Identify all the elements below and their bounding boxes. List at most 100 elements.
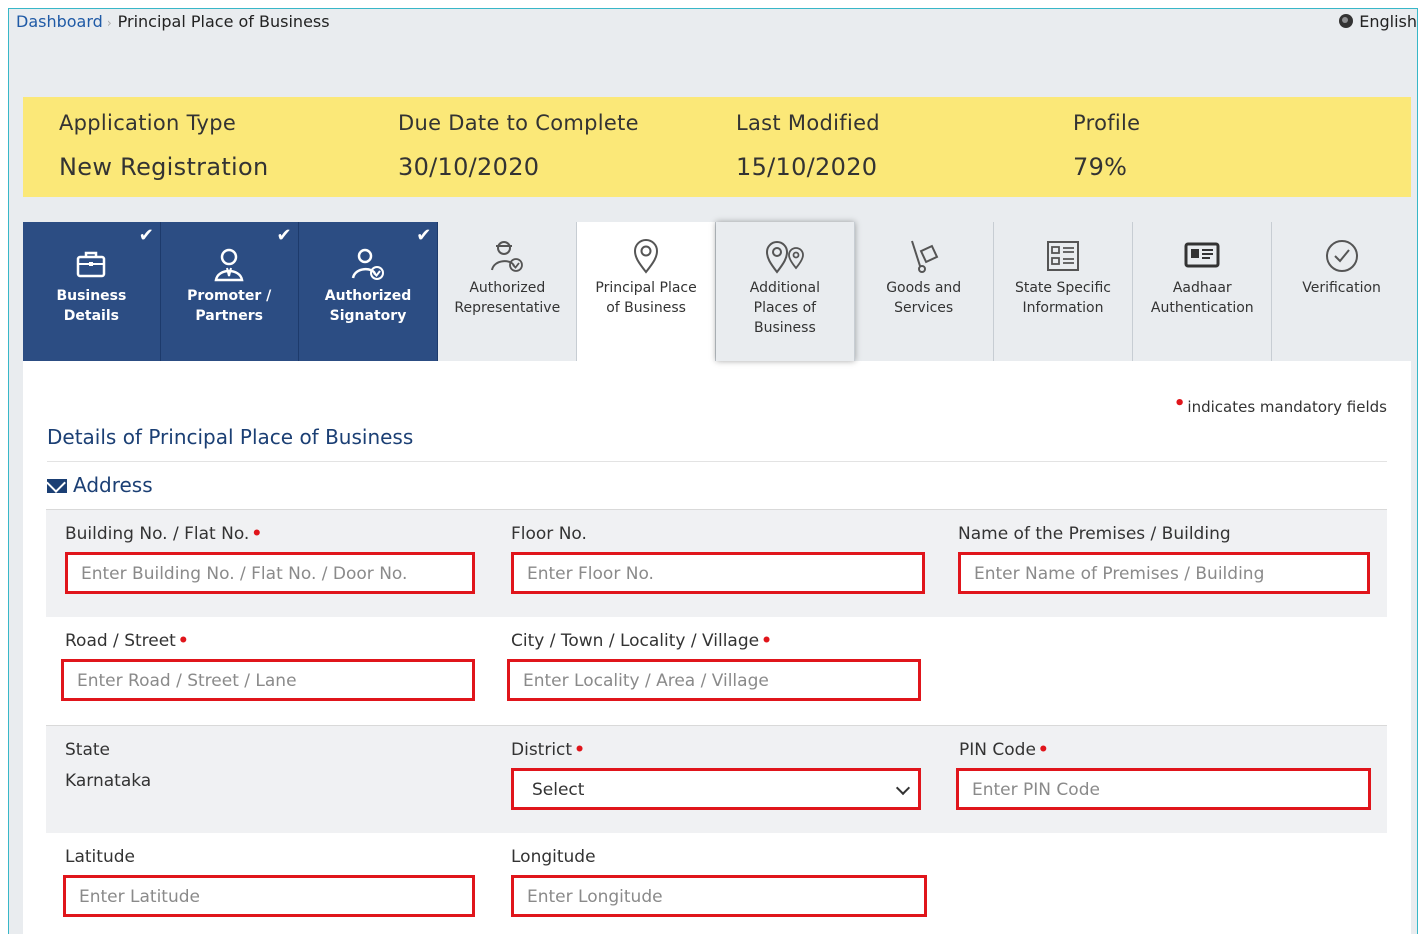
location-pin-icon xyxy=(634,239,659,274)
field-label-text: Building No. / Flat No. xyxy=(65,524,250,544)
id-card-icon xyxy=(1184,242,1220,268)
field-label: State xyxy=(65,740,110,760)
registration-tabs: ✔ Business Details ✔ Promoter / Partners… xyxy=(23,222,1411,361)
form-row: Latitude Enter Latitude Longitude Enter … xyxy=(46,833,1387,934)
field-label: Name of the Premises / Building xyxy=(958,524,1231,544)
tab-label-line: Services xyxy=(894,300,954,316)
premises-name-field: Name of the Premises / Building Enter Na… xyxy=(958,524,1370,594)
check-circle-icon xyxy=(1325,240,1358,272)
language-selector[interactable]: English xyxy=(1339,12,1417,31)
signatory-icon xyxy=(351,248,384,280)
tab-verification[interactable]: Verification xyxy=(1272,222,1411,361)
building-no-input[interactable]: Enter Building No. / Flat No. / Door No. xyxy=(65,552,475,594)
field-label: Longitude xyxy=(511,847,596,867)
multi-location-icon xyxy=(765,241,804,274)
person-icon xyxy=(214,248,244,282)
tab-label-line: Representative xyxy=(454,300,561,316)
pin-code-input[interactable]: Enter PIN Code xyxy=(956,768,1371,810)
info-value: 30/10/2020 xyxy=(398,153,540,181)
form-icon xyxy=(1046,241,1079,271)
form-row: Building No. / Flat No. • Enter Building … xyxy=(46,509,1387,617)
tab-label-line: Signatory xyxy=(329,308,407,324)
required-marker: • xyxy=(761,631,772,651)
tab-authorized-representative[interactable]: Authorized Representative xyxy=(438,222,578,361)
tab-label-line: Information xyxy=(1022,300,1104,316)
road-street-field: Road / Street • Enter Road / Street / Lan… xyxy=(61,631,475,701)
breadcrumb-current: Principal Place of Business xyxy=(117,12,330,31)
breadcrumb-separator: › xyxy=(106,16,112,30)
field-label: City / Town / Locality / Village • xyxy=(507,631,921,653)
tab-label-line: of Business xyxy=(606,300,686,316)
tab-label-line: Authorized xyxy=(469,280,546,296)
required-dot-icon: • xyxy=(1173,393,1186,414)
tab-business-details[interactable]: ✔ Business Details xyxy=(23,222,161,361)
mandatory-note-text: indicates mandatory fields xyxy=(1187,398,1387,416)
tab-label-line: Partners xyxy=(195,308,264,324)
tab-principal-place-of-business[interactable]: Principal Place of Business xyxy=(577,222,716,361)
building-no-field: Building No. / Flat No. • Enter Building … xyxy=(65,524,475,594)
language-label: English xyxy=(1359,12,1417,31)
state-value: Karnataka xyxy=(65,771,152,791)
tab-label-line: Promoter / xyxy=(187,288,272,304)
district-select[interactable]: Select xyxy=(511,768,921,810)
required-marker: • xyxy=(574,740,585,760)
tab-label-line: Authentication xyxy=(1150,300,1254,316)
field-label-text: District xyxy=(511,740,573,760)
info-label: Application Type xyxy=(59,111,237,135)
section-title: Details of Principal Place of Business xyxy=(47,425,414,449)
city-locality-input[interactable]: Enter Locality / Area / Village xyxy=(507,659,921,701)
info-application-type: Application Type New Registration xyxy=(59,111,269,181)
info-value: New Registration xyxy=(59,153,269,181)
field-label-text: City / Town / Locality / Village xyxy=(511,631,760,651)
floor-no-input[interactable]: Enter Floor No. xyxy=(511,552,925,594)
tab-authorized-signatory[interactable]: ✔ Authorized Signatory xyxy=(298,222,439,361)
address-heading-label: Address xyxy=(73,473,153,497)
form-content: • indicates mandatory fields Details of P… xyxy=(23,361,1411,934)
top-bar: Dashboard › Principal Place of Business En… xyxy=(16,12,1417,52)
tab-label-line: Goods and xyxy=(886,280,962,296)
tab-label-line: Additional xyxy=(749,280,821,296)
field-label-text: PIN Code xyxy=(959,740,1036,760)
district-selected-value: Select xyxy=(532,780,585,800)
tab-additional-places-of-business[interactable]: Additional Places of Business xyxy=(715,222,855,361)
info-label: Due Date to Complete xyxy=(398,111,639,135)
info-profile: Profile 79% xyxy=(1073,111,1140,181)
pin-code-field: PIN Code • Enter PIN Code xyxy=(956,740,1371,810)
longitude-input[interactable]: Enter Longitude xyxy=(511,875,927,917)
required-marker: • xyxy=(1037,740,1049,760)
city-locality-field: City / Town / Locality / Village • Enter … xyxy=(507,631,921,701)
tab-state-specific-information[interactable]: State Specific Information xyxy=(993,222,1134,361)
completed-check-icon: ✔ xyxy=(276,225,292,246)
tab-promoter-partners[interactable]: ✔ Promoter / Partners xyxy=(160,222,299,361)
field-label: District • xyxy=(511,740,921,762)
tab-label-line: Business xyxy=(56,288,127,304)
field-label: Floor No. xyxy=(511,524,587,544)
application-info-bar: Application Type New Registration Due Da… xyxy=(23,97,1411,197)
info-value: 15/10/2020 xyxy=(736,153,878,181)
info-label: Profile xyxy=(1073,111,1141,135)
floor-no-field: Floor No. Enter Floor No. xyxy=(511,524,925,594)
globe-icon xyxy=(1339,14,1354,28)
trolley-icon xyxy=(910,240,938,273)
longitude-field: Longitude Enter Longitude xyxy=(511,847,927,917)
district-field: District • Select xyxy=(511,740,921,810)
latitude-input[interactable]: Enter Latitude xyxy=(63,875,475,917)
required-marker: • xyxy=(177,631,189,651)
tab-aadhaar-authentication[interactable]: Aadhaar Authentication xyxy=(1133,222,1273,361)
briefcase-icon xyxy=(77,251,106,278)
required-marker: • xyxy=(251,524,263,544)
tab-label-line: Details xyxy=(63,308,119,324)
tab-label-line: Principal Place xyxy=(595,280,697,296)
field-label-text: Road / Street xyxy=(65,631,176,651)
tab-goods-and-services[interactable]: Goods and Services xyxy=(854,222,994,361)
field-label: Latitude xyxy=(65,847,135,867)
breadcrumb-dashboard-link[interactable]: Dashboard xyxy=(16,12,103,31)
tab-label-line: Aadhaar xyxy=(1172,280,1232,296)
tab-label-line: Places of xyxy=(753,300,817,316)
road-street-input[interactable]: Enter Road / Street / Lane xyxy=(61,659,475,701)
representative-icon xyxy=(491,241,524,272)
form-row: Road / Street • Enter Road / Street / Lan… xyxy=(46,617,1387,725)
latitude-field: Latitude Enter Latitude xyxy=(63,847,475,917)
state-field: State Karnataka xyxy=(65,740,475,791)
premises-name-input[interactable]: Enter Name of Premises / Building xyxy=(958,552,1370,594)
